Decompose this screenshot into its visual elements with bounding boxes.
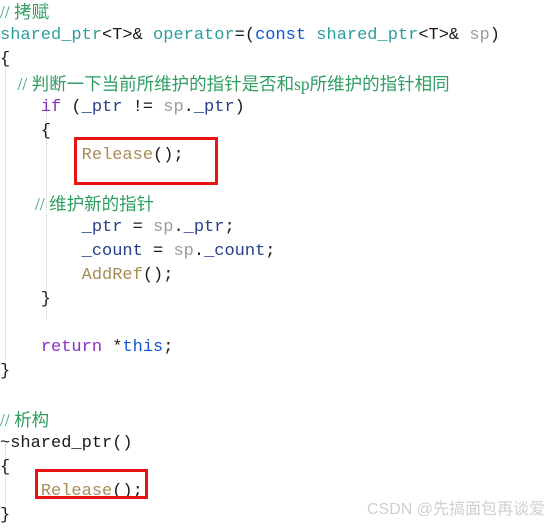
code-token-var: _ptr — [183, 218, 225, 237]
code-token-comment: // 析构 — [0, 410, 50, 430]
code-token-var: _count — [204, 242, 266, 261]
csdn-watermark: CSDN @先搞面包再谈爱 — [366, 501, 545, 518]
code-token-plain: <T>& — [418, 26, 470, 45]
code-token-var: _ptr — [81, 98, 123, 117]
highlight-box-release-call-in-destructor — [35, 469, 148, 499]
code-token-plain: { — [0, 458, 11, 477]
code-token-type: shared_ptr — [0, 26, 103, 45]
code-token-plain: ; — [163, 338, 174, 357]
code-token-plain: = — [142, 242, 174, 261]
code-line: if (_ptr != sp._ptr) — [0, 96, 551, 120]
code-token-plain: } — [0, 506, 11, 525]
code-token-plain: . — [173, 218, 184, 237]
code-token-plain: } — [0, 362, 11, 381]
code-line: // 维护新的指针 — [0, 192, 551, 216]
code-token-keyword: const — [255, 26, 307, 45]
code-line: // 判断一下当前所维护的指针是否和sp所维护的指针相同 — [0, 72, 551, 96]
code-token-param: sp — [163, 98, 184, 117]
code-line: } — [0, 360, 551, 384]
code-token-plain: { — [0, 50, 11, 69]
code-line: AddRef(); — [0, 264, 551, 288]
code-line: { — [0, 48, 551, 72]
code-token-plain: } — [0, 290, 52, 309]
code-token-this: this — [122, 338, 164, 357]
code-token-comment: // 维护新的指针 — [0, 194, 155, 214]
code-token-var: _ptr — [81, 218, 123, 237]
code-token-plain: . — [193, 242, 205, 261]
code-token-plain: != — [122, 98, 164, 117]
code-line: // 拷赋 — [0, 0, 551, 24]
highlight-box-release-call-in-operator-assign — [74, 137, 218, 185]
code-token-comment: // 拷赋 — [0, 2, 50, 22]
code-token-plain: = — [122, 218, 154, 237]
code-line: // 析构 — [0, 408, 551, 432]
code-block: // 拷赋 shared_ptr<T>& operator=(const shar… — [0, 0, 551, 528]
code-token-var: _ptr — [193, 98, 235, 117]
code-token-plain: ) — [234, 98, 245, 117]
code-token-plain: ; — [265, 242, 276, 261]
code-line: return *this; — [0, 336, 551, 360]
code-token-plain: . — [183, 98, 194, 117]
code-line: _count = sp._count; — [0, 240, 551, 264]
code-token-plain: ; — [224, 218, 235, 237]
code-token-ctrl: if — [40, 98, 62, 117]
code-token-param: sp — [153, 218, 174, 237]
code-token-plain: (); — [142, 266, 174, 285]
code-token-plain: <T>& — [102, 26, 154, 45]
code-token-var: _count — [81, 242, 143, 261]
code-token-ctrl: return — [40, 338, 103, 357]
code-token-param: sp — [469, 26, 490, 45]
code-token-plain: ~shared_ptr() — [0, 434, 133, 453]
code-line: _ptr = sp._ptr; — [0, 216, 551, 240]
code-token-type: shared_ptr — [316, 26, 419, 45]
code-line: } — [0, 288, 551, 312]
code-token-plain: { — [0, 122, 52, 141]
code-token-plain: ( — [61, 98, 82, 117]
code-editor-screenshot: // 拷赋 shared_ptr<T>& operator=(const shar… — [0, 0, 551, 525]
code-line: ~shared_ptr() — [0, 432, 551, 456]
code-token-param: sp — [173, 242, 194, 261]
code-line: shared_ptr<T>& operator=(const shared_pt… — [0, 24, 551, 48]
code-token-comment: // 判断一下当前所维护的指针是否和sp所维护的指针相同 — [0, 74, 450, 94]
code-token-func: AddRef — [81, 266, 143, 285]
code-token-plain: ) — [489, 26, 500, 45]
code-token-type: operator — [153, 26, 235, 45]
code-token-plain: * — [102, 338, 123, 357]
code-token-plain: =( — [234, 26, 256, 45]
